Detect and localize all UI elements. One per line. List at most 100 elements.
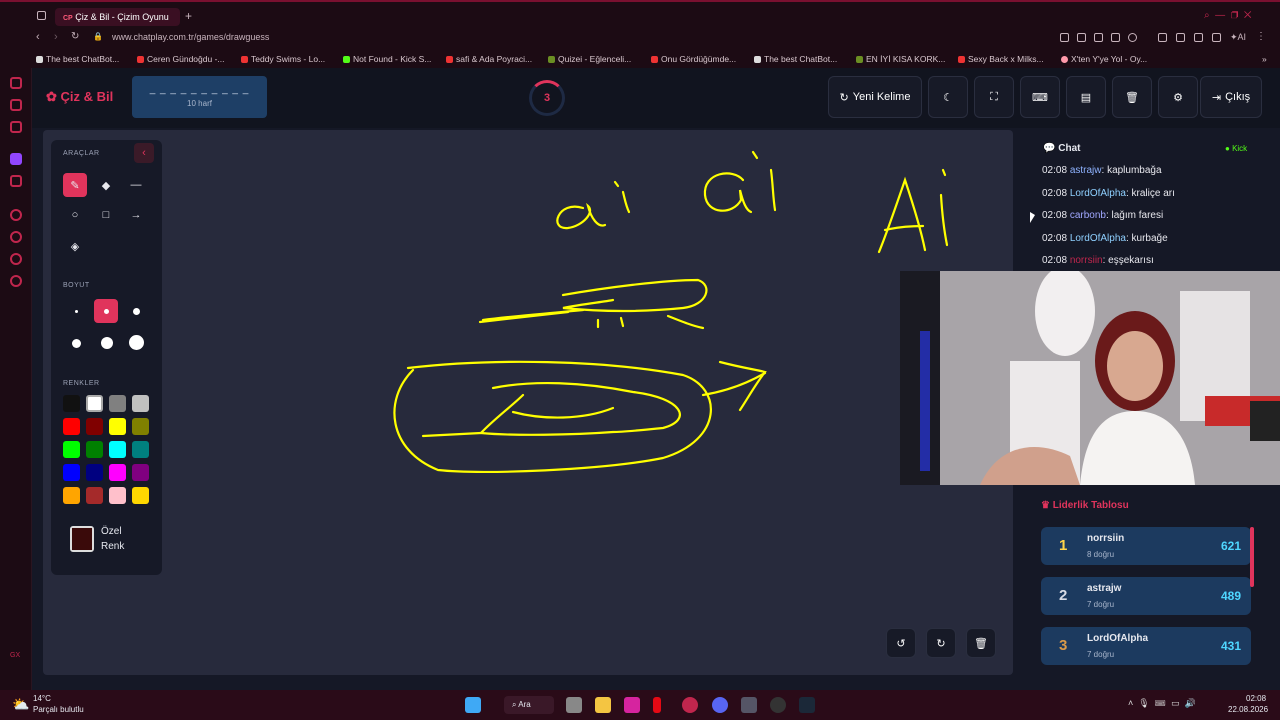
settings-button[interactable]: ⚙ — [1158, 76, 1198, 118]
forward-icon[interactable]: › — [54, 31, 58, 43]
color-swatch[interactable] — [63, 418, 80, 435]
reload-icon[interactable]: ↻ — [71, 31, 79, 42]
percent-icon[interactable] — [10, 175, 22, 187]
bookmark-item[interactable]: Onu Gördüğümde... — [651, 54, 736, 64]
chat-user[interactable]: LordOfAlpha — [1070, 233, 1126, 244]
twitch-icon[interactable] — [10, 153, 22, 165]
clear-button[interactable]: 🗑 — [1112, 76, 1152, 118]
keyboard-button[interactable]: ⌨ — [1020, 76, 1060, 118]
bookmark-item[interactable]: safi & Ada Poyraci... — [446, 54, 532, 64]
brush-tool-button[interactable]: ✎ — [63, 173, 87, 197]
collapse-panel-button[interactable]: ‹ — [134, 143, 154, 163]
player-icon[interactable] — [10, 209, 22, 221]
chat-user[interactable]: norrsiin — [1070, 255, 1103, 266]
color-swatch[interactable] — [86, 395, 103, 412]
shield-icon[interactable] — [1094, 33, 1103, 42]
bookmark-item[interactable]: The best ChatBot... — [754, 54, 837, 64]
clock-date[interactable]: 22.08.2026 — [1228, 705, 1268, 714]
history-icon[interactable] — [10, 231, 22, 243]
file-explorer-icon[interactable] — [595, 697, 611, 713]
discord-icon[interactable] — [712, 697, 728, 713]
instagram-icon[interactable] — [10, 121, 22, 133]
logo[interactable]: ✿ Çiz & Bil — [46, 89, 113, 105]
search-button[interactable]: ⌕ Ara — [504, 696, 554, 714]
color-swatch[interactable] — [109, 487, 126, 504]
size-m-button[interactable] — [133, 308, 140, 315]
drawing-canvas[interactable] — [43, 130, 1013, 675]
color-swatch[interactable] — [132, 395, 149, 412]
bookmark-item[interactable]: Quizei - Eğlenceli... — [548, 54, 631, 64]
undo-button[interactable]: ↺ — [886, 628, 916, 658]
chat-user[interactable]: astrajw — [1070, 165, 1102, 176]
netflix-icon[interactable] — [653, 697, 661, 713]
windows-start-icon[interactable] — [465, 697, 481, 713]
new-tab-icon[interactable]: + — [185, 9, 192, 23]
color-swatch[interactable] — [109, 395, 126, 412]
app-icon[interactable] — [741, 697, 757, 713]
color-swatch[interactable] — [132, 464, 149, 481]
back-icon[interactable]: ‹ — [36, 31, 40, 43]
bookmark-item[interactable]: Not Found - Kick S... — [343, 54, 431, 64]
rectangle-tool-button[interactable]: □ — [94, 203, 118, 227]
tab-active[interactable]: CP Çiz & Bil - Çizim Oyunu — [55, 8, 180, 26]
bookmark-item[interactable]: Teddy Swims - Lo... — [241, 54, 325, 64]
circle-tool-button[interactable]: ○ — [63, 203, 87, 227]
custom-color-swatch[interactable] — [70, 526, 94, 552]
size-l-button[interactable] — [72, 339, 81, 348]
extensions-icon[interactable] — [10, 253, 22, 265]
download-icon[interactable] — [1212, 33, 1221, 42]
browser-menu-icon[interactable]: ⋮ — [1256, 31, 1266, 42]
opera-gx-icon[interactable] — [682, 697, 698, 713]
messenger-icon[interactable] — [10, 77, 22, 89]
task-view-icon[interactable] — [566, 697, 582, 713]
color-swatch[interactable] — [63, 395, 80, 412]
bookmark-item[interactable]: Sexy Back x Milks... — [958, 54, 1044, 64]
pin-icon[interactable] — [1077, 33, 1086, 42]
size-xxl-button[interactable] — [129, 335, 144, 350]
chat-user[interactable]: carbonb — [1070, 210, 1106, 221]
clear-canvas-button[interactable]: 🗑 — [966, 628, 996, 658]
weather-text[interactable]: Parçalı bulutlu — [33, 705, 84, 714]
color-swatch[interactable] — [109, 418, 126, 435]
tab-menu-icon[interactable] — [37, 11, 46, 20]
color-swatch[interactable] — [63, 441, 80, 458]
tray-icons[interactable]: ˄ 🎙 ⌨ ▭ 🔊 — [1128, 698, 1196, 709]
bookmark-item[interactable]: The best ChatBot... — [36, 54, 119, 64]
extensions-bar-icon[interactable] — [1176, 33, 1185, 42]
clock-time[interactable]: 02:08 — [1246, 694, 1266, 703]
bookmarks-more-icon[interactable]: » — [1262, 54, 1267, 64]
obs-icon[interactable] — [770, 697, 786, 713]
color-swatch[interactable] — [63, 464, 80, 481]
bookmark-item[interactable]: EN İYİ KISA KORK... — [856, 54, 945, 64]
settings-icon[interactable] — [10, 275, 22, 287]
exit-button[interactable]: ⇥ Çıkış — [1200, 76, 1262, 118]
color-swatch[interactable] — [132, 487, 149, 504]
color-swatch[interactable] — [132, 441, 149, 458]
custom-color-label[interactable]: Özel Renk — [101, 524, 124, 554]
size-xs-button[interactable] — [75, 310, 78, 313]
size-s-button[interactable] — [94, 299, 118, 323]
url-field[interactable]: www.chatplay.com.tr/games/drawguess — [112, 32, 269, 42]
play-icon[interactable] — [1111, 33, 1120, 42]
eraser-tool-button[interactable]: ◆ — [94, 173, 118, 197]
arrow-tool-button[interactable]: → — [124, 203, 148, 227]
color-swatch[interactable] — [109, 464, 126, 481]
copy-icon[interactable] — [1194, 33, 1203, 42]
snapshot-icon[interactable] — [1060, 33, 1069, 42]
color-swatch[interactable] — [86, 441, 103, 458]
chat-user[interactable]: LordOfAlpha — [1070, 188, 1126, 199]
redo-button[interactable]: ↻ — [926, 628, 956, 658]
steam-icon[interactable] — [799, 697, 815, 713]
color-swatch[interactable] — [86, 487, 103, 504]
bookmark-item[interactable]: Ceren Gündoğdu -... — [137, 54, 225, 64]
screenshot-icon[interactable] — [1158, 33, 1167, 42]
color-swatch[interactable] — [86, 464, 103, 481]
fullscreen-button[interactable]: ⛶ — [974, 76, 1014, 118]
weather-temp[interactable]: 14°C — [33, 694, 51, 703]
color-swatch[interactable] — [109, 441, 126, 458]
line-tool-button[interactable]: — — [124, 173, 148, 197]
theme-toggle-button[interactable]: ☾ — [928, 76, 968, 118]
window-controls[interactable]: ⌕ — ❐ ✕ — [1204, 10, 1252, 21]
new-word-button[interactable]: ↻ Yeni Kelime — [828, 76, 922, 118]
archive-button[interactable]: ▤ — [1066, 76, 1106, 118]
